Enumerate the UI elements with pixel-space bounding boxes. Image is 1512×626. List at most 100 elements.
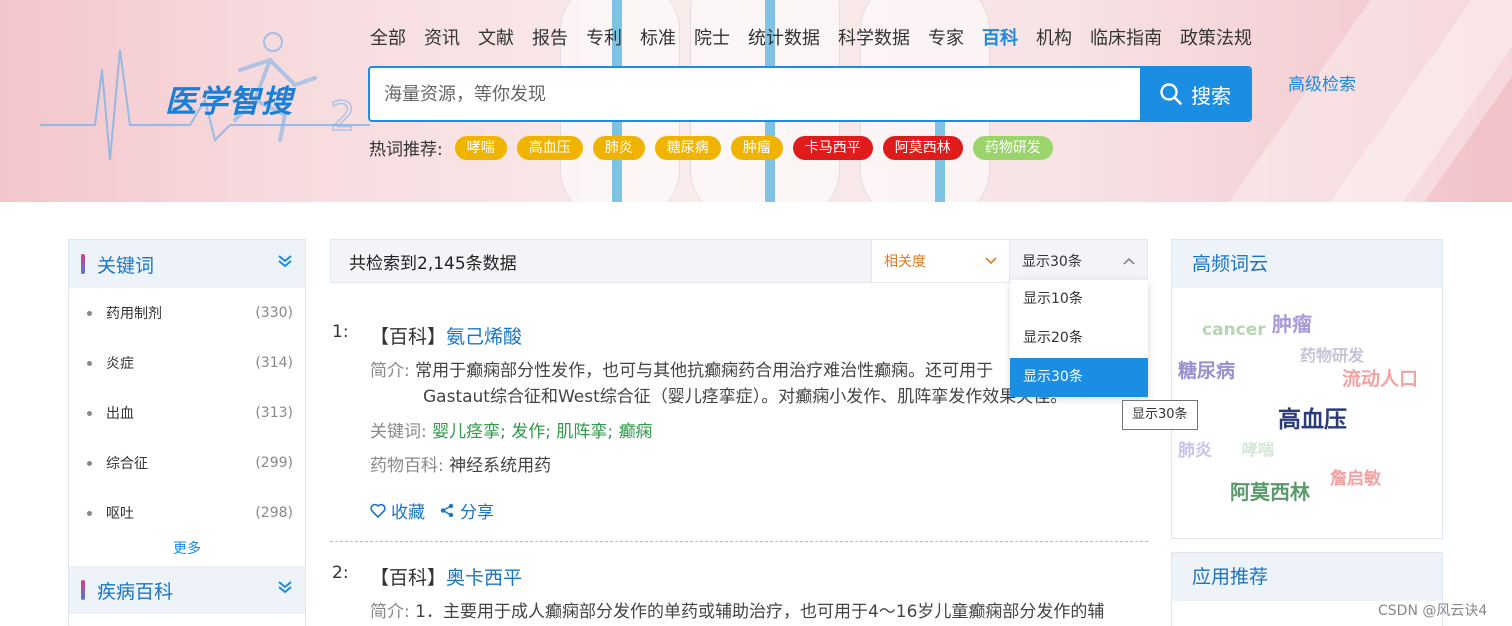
keyword-count: (314) — [255, 355, 293, 371]
keyword-name: 药用制剂 — [87, 303, 162, 323]
keyword-item[interactable]: 综合征 (299) — [87, 438, 293, 488]
keyword-item[interactable]: 出血 (313) — [87, 388, 293, 438]
nav-item[interactable]: 科学数据 — [838, 24, 910, 49]
keywords-label: 关键词: — [370, 422, 427, 442]
hot-words-label: 热词推荐: — [369, 140, 443, 160]
keyword-item[interactable]: 炎症 (314) — [87, 338, 293, 388]
cloud-word[interactable]: 高血压 — [1278, 400, 1347, 434]
hot-tag[interactable]: 高血压 — [516, 135, 583, 160]
nav-item[interactable]: 院士 — [694, 24, 730, 49]
nav-item[interactable]: 文献 — [478, 24, 514, 49]
dropdown-option[interactable]: 显示30条 — [1010, 358, 1148, 397]
double-chevron-down-icon[interactable] — [277, 580, 293, 594]
result-number: 2: — [332, 563, 349, 583]
more-keywords-link[interactable]: 更多 — [69, 538, 305, 566]
summary-text: 常用于癫痫部分性发作，也可与其他抗癫痫药合用治疗难治性癫痫。还可用于 — [415, 361, 994, 381]
tooltip: 显示30条 — [1122, 400, 1198, 430]
keyword-list: 药用制剂 (330) 炎症 (314) 出血 (313) 综合征 (299) 呕吐 (298) — [69, 288, 305, 538]
drug-value: 神经系统用药 — [449, 456, 552, 476]
hot-tag[interactable]: 药物研发 — [972, 135, 1053, 160]
word-cloud: cancer 肿瘤药物研发糖尿病 流动人口高血压肺炎 哮喘阿莫西林 詹启敏 — [1172, 288, 1442, 526]
nav-item[interactable]: 专利 — [586, 24, 622, 49]
summary-label: 简介: — [370, 602, 410, 622]
section-marker — [81, 580, 85, 600]
chevron-up-icon — [1123, 257, 1135, 265]
cloud-word[interactable]: cancer — [1202, 320, 1266, 340]
hot-tag[interactable]: 肿瘤 — [730, 135, 783, 160]
share-button[interactable]: 分享 — [439, 498, 494, 523]
cloud-word[interactable]: 哮喘 — [1242, 436, 1274, 460]
nav-item[interactable]: 政策法规 — [1180, 24, 1252, 49]
result-keyword-link[interactable]: 癫痫 — [619, 422, 653, 442]
keyword-count: (330) — [255, 305, 293, 321]
result-divider — [330, 541, 1148, 542]
cloud-word[interactable]: 流动人口 — [1342, 364, 1418, 391]
cloud-word[interactable]: 詹启敏 — [1330, 464, 1381, 489]
keyword-item[interactable]: 药用制剂 (330) — [87, 288, 293, 338]
keyword-item[interactable]: 呕吐 (298) — [87, 488, 293, 538]
summary-label: 简介: — [370, 361, 410, 381]
nav-item[interactable]: 报告 — [532, 24, 568, 49]
search-icon — [1160, 83, 1182, 105]
nav-item[interactable]: 百科 — [982, 24, 1018, 49]
keyword-count: (299) — [255, 455, 293, 471]
word-cloud-panel: 高频词云 cancer 肿瘤药物研发糖尿病 流动人口高血压肺炎 哮喘阿莫西林 詹启敏 — [1171, 239, 1443, 539]
result-summary: 简介: 1．主要用于成人癫痫部分发作的单药或辅助治疗，也可用于4～16岁儿童癫痫… — [370, 597, 1104, 622]
result-title: 【百科】奥卡西平 — [370, 563, 522, 590]
word-cloud-title: 高频词云 — [1172, 240, 1442, 288]
site-logo[interactable]: 医学智搜 — [165, 76, 293, 121]
cloud-word[interactable]: 阿莫西林 — [1230, 476, 1310, 505]
keyword-name: 综合征 — [87, 453, 148, 473]
nav-item[interactable]: 资讯 — [424, 24, 460, 49]
keyword-count: (298) — [255, 505, 293, 521]
hot-tag[interactable]: 肺炎 — [592, 135, 645, 160]
nav-item[interactable]: 统计数据 — [748, 24, 820, 49]
result-type: 【百科】 — [370, 567, 447, 589]
top-nav: 全部 资讯 文献 报告 专利 标准 院士 统计数据 科学数据 专家 百科 机构 临床指南 政策法规 — [370, 24, 1270, 49]
dropdown-option[interactable]: 显示20条 — [1010, 319, 1148, 358]
hot-tag[interactable]: 哮喘 — [454, 135, 507, 160]
svg-text:2: 2 — [330, 94, 355, 140]
disease-title: 疾病百科 — [97, 580, 174, 603]
hot-tag[interactable]: 糖尿病 — [654, 135, 721, 160]
cloud-word[interactable]: 药物研发 — [1300, 342, 1364, 366]
share-label: 分享 — [460, 503, 494, 523]
apps-title: 应用推荐 — [1172, 553, 1442, 601]
result-keyword-link[interactable]: 肌阵挛 — [556, 422, 607, 442]
nav-item[interactable]: 标准 — [640, 24, 676, 49]
section-marker — [81, 254, 85, 274]
left-sidebar: 关键词 药用制剂 (330) 炎症 (314) 出血 (313) 综合征 (299) 呕吐 (29… — [68, 239, 306, 626]
search-input[interactable] — [370, 68, 1140, 120]
keywords-section-header[interactable]: 关键词 — [69, 240, 305, 288]
cloud-word[interactable]: 肺炎 — [1178, 436, 1212, 461]
advanced-search-link[interactable]: 高级检索 — [1288, 70, 1356, 95]
nav-item[interactable]: 临床指南 — [1090, 24, 1162, 49]
hot-tag[interactable]: 卡马西平 — [792, 135, 873, 160]
search-box: 搜索 — [368, 66, 1252, 122]
cloud-word[interactable]: 肿瘤 — [1272, 308, 1312, 337]
result-count: 共检索到2,145条数据 — [349, 253, 517, 274]
result-title-link[interactable]: 奥卡西平 — [446, 567, 522, 589]
hot-tag[interactable]: 阿莫西林 — [882, 135, 963, 160]
double-chevron-down-icon[interactable] — [277, 254, 293, 268]
result-keywords: 关键词: 婴儿痉挛; 发作; 肌阵挛; 癫痫 — [370, 422, 653, 442]
results-panel: 共检索到2,145条数据 相关度 显示30条 — [330, 239, 1148, 283]
favorite-button[interactable]: 收藏 — [370, 498, 425, 523]
disease-section-header[interactable]: 疾病百科 — [69, 566, 305, 614]
nav-item[interactable]: 机构 — [1036, 24, 1072, 49]
summary-text: Gastaut综合征和West综合征（婴儿痉挛症）。对癫痫小发作、肌阵挛发作效果… — [423, 387, 1068, 407]
result-actions: 收藏 分享 — [370, 498, 494, 523]
heart-icon — [370, 503, 386, 518]
nav-item[interactable]: 专家 — [928, 24, 964, 49]
search-button[interactable]: 搜索 — [1140, 68, 1250, 120]
nav-item[interactable]: 全部 — [370, 24, 406, 49]
dropdown-option[interactable]: 显示10条 — [1010, 280, 1148, 319]
result-keyword-link[interactable]: 发作 — [511, 422, 545, 442]
sort-select[interactable]: 相关度 — [871, 240, 1009, 282]
result-keyword-link[interactable]: 婴儿痉挛 — [432, 422, 500, 442]
page-size-select[interactable]: 显示30条 — [1009, 240, 1147, 282]
result-title-link[interactable]: 氨己烯酸 — [446, 326, 522, 348]
page-size-dropdown: 显示10条 显示20条 显示30条 — [1010, 280, 1148, 397]
cloud-word[interactable]: 糖尿病 — [1178, 356, 1235, 383]
result-summary-cont: Gastaut综合征和West综合征（婴儿痉挛症）。对癫痫小发作、肌阵挛发作效果… — [423, 382, 1067, 407]
